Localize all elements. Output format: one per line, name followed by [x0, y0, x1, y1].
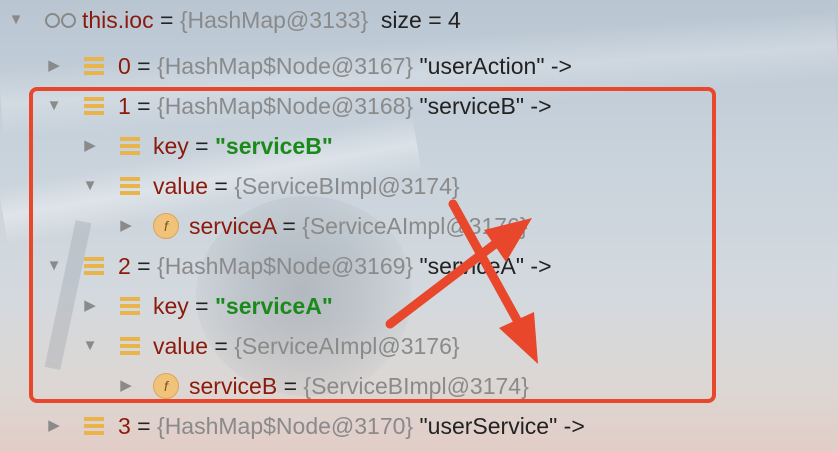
annotation-arrows [385, 199, 538, 364]
